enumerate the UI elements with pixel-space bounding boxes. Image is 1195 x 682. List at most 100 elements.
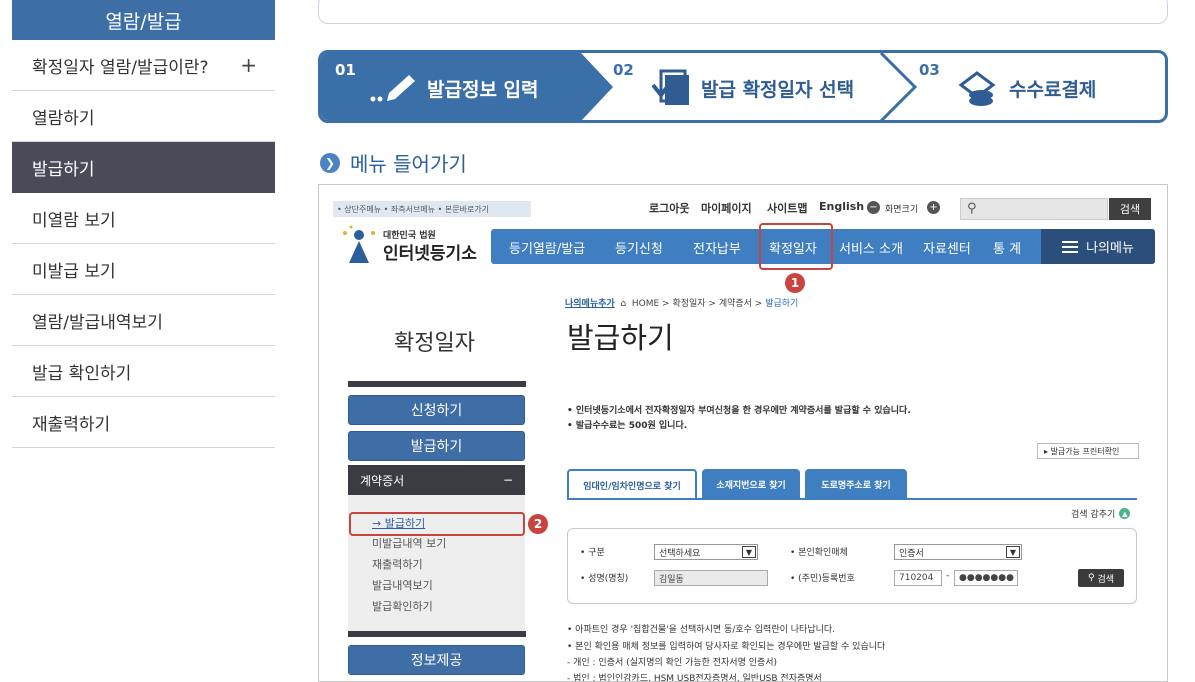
side-sub-verify[interactable]: 발급확인하기 bbox=[372, 598, 433, 614]
nav-item-reprint[interactable]: 재출력하기 bbox=[12, 397, 275, 448]
step-badge-1: 1 bbox=[785, 273, 805, 293]
english-link[interactable]: English bbox=[819, 200, 864, 213]
tab-by-name[interactable]: 임대인/임차인명으로 찾기 bbox=[567, 469, 697, 499]
logo-title: 인터넷등기소 bbox=[383, 244, 477, 264]
note-line: • 본인 확인용 매체 정보를 입력하여 당사자로 확인되는 경우에만 발급할 … bbox=[567, 642, 886, 652]
hide-search-toggle[interactable]: 검색 감추기 ▲ bbox=[1071, 507, 1131, 520]
side-sub-history[interactable]: 발급내역보기 bbox=[372, 577, 433, 593]
nav-item-label: 열람/발급내역보기 bbox=[32, 312, 163, 333]
type-select[interactable]: 선택하세요 ▼ bbox=[654, 544, 758, 560]
rrn-label: • (주민)등록번호 bbox=[790, 574, 855, 584]
type-value: 선택하세요 bbox=[659, 548, 701, 559]
rrn-front-input[interactable]: 710204 bbox=[894, 570, 942, 586]
side-info-button[interactable]: 정보제공 bbox=[348, 645, 525, 675]
name-input[interactable]: 김일동 bbox=[654, 570, 768, 586]
side-group-label: 계약증서 bbox=[360, 473, 405, 488]
zoom-in-icon[interactable]: + bbox=[927, 201, 940, 214]
gnb-item[interactable]: 전자납부 bbox=[693, 238, 741, 257]
nav-item-history[interactable]: 열람/발급내역보기 bbox=[12, 295, 275, 346]
side-sub-unissued[interactable]: 미발급내역 보기 bbox=[372, 535, 446, 551]
breadcrumb: 나의메뉴추가 ⌂ HOME > 확정일자 > 계약증서 > 발급하기 bbox=[565, 296, 798, 309]
plus-icon[interactable]: + bbox=[240, 53, 257, 77]
step-badge-2: 2 bbox=[528, 514, 548, 534]
gnb-item[interactable]: 서비스 소개 bbox=[839, 238, 903, 257]
page-title: 발급하기 bbox=[567, 321, 674, 355]
tab-by-road[interactable]: 도로명주소로 찾기 bbox=[805, 469, 907, 499]
rrn-back-input[interactable]: ●●●●●●● bbox=[954, 570, 1018, 586]
chevron-down-icon: ▼ bbox=[742, 546, 756, 558]
highlight-box-2 bbox=[349, 512, 525, 536]
guide-screenshot: • 상단주메뉴 • 좌측서브메뉴 • 본문바로가기 로그아웃 마이페이지 사이트… bbox=[318, 184, 1168, 682]
printer-check-button[interactable]: ▸ 발급가능 프린터확인 bbox=[1037, 443, 1139, 459]
note-line: • 아파트인 경우 '집합건물'을 선택하시면 동/호수 입력란이 나타납니다. bbox=[567, 625, 836, 635]
section-title-text: 메뉴 들어가기 bbox=[350, 152, 467, 176]
form-search-button[interactable]: ⚲ 검색 bbox=[1078, 569, 1124, 587]
search-icon: ⚲ bbox=[1087, 573, 1098, 583]
my-menu-button[interactable]: 나의메뉴 bbox=[1041, 229, 1155, 264]
nav-item-unviewed[interactable]: 미열람 보기 bbox=[12, 193, 275, 244]
top-info-box bbox=[318, 0, 1168, 24]
nav-item-unissued[interactable]: 미발급 보기 bbox=[12, 244, 275, 295]
collapse-icon[interactable]: − bbox=[503, 473, 513, 487]
mypage-link[interactable]: 마이페이지 bbox=[701, 200, 752, 216]
printer-check-label: 발급가능 프린터확인 bbox=[1050, 446, 1120, 456]
auth-label: • 본인확인매체 bbox=[790, 548, 848, 558]
tab-underline bbox=[567, 498, 1137, 500]
left-nav: 열람/발급 확정일자 열람/발급이란? + 열람하기 발급하기 미열람 보기 미… bbox=[12, 0, 275, 448]
step-2-label: 발급 확정일자 선택 bbox=[701, 79, 855, 101]
step-3-label: 수수료결제 bbox=[1009, 79, 1097, 101]
nav-item-view[interactable]: 열람하기 bbox=[12, 91, 275, 142]
chevron-down-icon: ▼ bbox=[1006, 546, 1020, 558]
side-group: 계약증서 − → 발급하기 미발급내역 보기 재출력하기 발급내역보기 발급확인… bbox=[348, 465, 525, 635]
side-apply-button[interactable]: 신청하기 bbox=[348, 395, 525, 425]
nav-item-label: 재출력하기 bbox=[32, 414, 111, 435]
nav-item-issue[interactable]: 발급하기 bbox=[12, 142, 275, 193]
breadcrumb-path: HOME > 확정일자 > 계약증서 > bbox=[631, 299, 766, 309]
nav-item-verify[interactable]: 발급 확인하기 bbox=[12, 346, 275, 397]
nav-item-label: 발급 확인하기 bbox=[32, 363, 132, 384]
home-icon: ⌂ bbox=[617, 299, 629, 309]
gnb-item[interactable]: 등기열람/발급 bbox=[509, 238, 585, 257]
side-topbar bbox=[348, 381, 526, 387]
notice-line: • 발급수수료는 500원 입니다. bbox=[567, 421, 688, 431]
search-form: • 구분 선택하세요 ▼ • 본인확인매체 인증서 ▼ • 성명(명칭) 김일동… bbox=[567, 528, 1137, 604]
zoom-out-icon[interactable]: − bbox=[867, 201, 880, 214]
logout-link[interactable]: 로그아웃 bbox=[649, 200, 689, 216]
skip-links[interactable]: • 상단주메뉴 • 좌측서브메뉴 • 본문바로가기 bbox=[333, 201, 531, 217]
logo-mark-icon bbox=[343, 225, 375, 263]
step-3-number: 03 bbox=[919, 61, 940, 79]
side-sub-reprint[interactable]: 재출력하기 bbox=[372, 556, 423, 572]
nav-item-label: 미발급 보기 bbox=[32, 261, 116, 282]
nav-item-label: 열람하기 bbox=[32, 108, 95, 129]
nav-item-label: 미열람 보기 bbox=[32, 210, 116, 231]
sitemap-link[interactable]: 사이트맵 bbox=[767, 200, 807, 216]
gnb-item[interactable]: 자료센터 bbox=[923, 238, 971, 257]
side-title: 확정일자 bbox=[394, 331, 475, 356]
hamburger-icon bbox=[1062, 240, 1079, 253]
step-1-label: 발급정보 입력 bbox=[427, 79, 539, 101]
notice-line: • 인터넷등기소에서 전자확정일자 부여신청을 한 경우에만 계약증서를 발급할… bbox=[567, 406, 911, 416]
nav-item-label: 발급하기 bbox=[32, 159, 95, 180]
zoom-label: 화면크기 bbox=[885, 205, 919, 215]
tab-by-lot[interactable]: 소재지번으로 찾기 bbox=[702, 469, 800, 499]
nav-item-about[interactable]: 확정일자 열람/발급이란? + bbox=[12, 40, 275, 91]
side-group-head[interactable]: 계약증서 − bbox=[348, 465, 525, 495]
note-line: - 개인 : 인증서 (실지명의 확인 가능한 전자서명 인증서) bbox=[567, 658, 778, 668]
rrn-dash: - bbox=[946, 571, 950, 581]
add-my-menu-link[interactable]: 나의메뉴추가 bbox=[565, 299, 615, 309]
auth-select[interactable]: 인증서 ▼ bbox=[894, 544, 1022, 560]
side-issue-button[interactable]: 발급하기 bbox=[348, 431, 525, 461]
search-icon: ⚲ bbox=[967, 201, 977, 216]
left-nav-title: 열람/발급 bbox=[12, 0, 275, 40]
type-label: • 구분 bbox=[580, 548, 605, 558]
gnb-item[interactable]: 등기신청 bbox=[615, 238, 663, 257]
my-menu-label: 나의메뉴 bbox=[1086, 241, 1134, 256]
search-input[interactable]: ⚲ bbox=[960, 198, 1108, 220]
step-progress: 01 발급정보 입력 02 발급 확정일자 선택 03 수수료결제 bbox=[318, 50, 1168, 123]
step-1-number: 01 bbox=[335, 61, 356, 79]
hide-search-label: 검색 감추기 bbox=[1071, 510, 1116, 520]
gnb-item[interactable]: 통 계 bbox=[993, 238, 1021, 257]
search-button[interactable]: 검색 bbox=[1109, 198, 1151, 220]
chevron-up-icon: ▲ bbox=[1119, 508, 1131, 519]
highlight-box-1 bbox=[759, 223, 833, 270]
